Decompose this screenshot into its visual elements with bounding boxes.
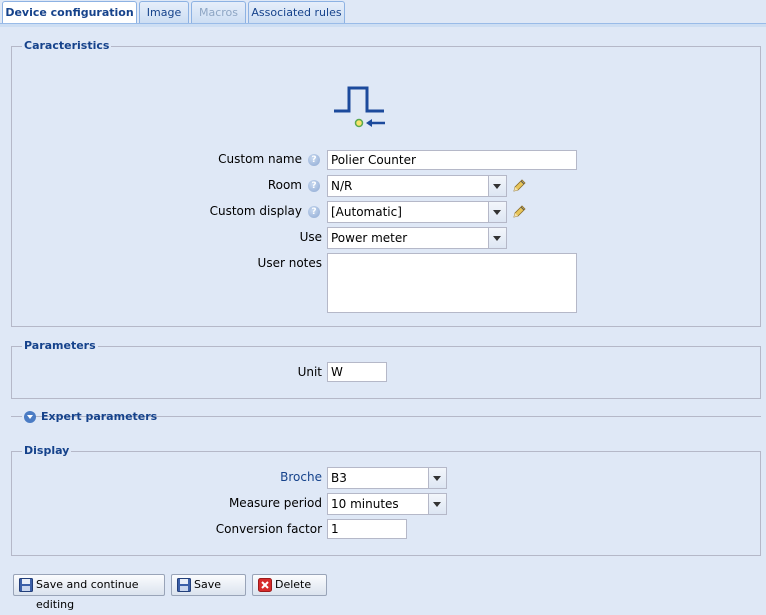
use-label: Use bbox=[299, 230, 322, 244]
room-select[interactable]: N/R bbox=[327, 175, 507, 197]
tab-device-configuration[interactable]: Device configuration bbox=[2, 1, 137, 25]
measure-period-label: Measure period bbox=[228, 496, 322, 510]
tab-bar: Device configuration Image Macros Associ… bbox=[0, 0, 766, 25]
custom-name-label: Custom name bbox=[218, 152, 302, 166]
custom-display-label: Custom display bbox=[209, 204, 302, 218]
save-and-continue-label: Save and continue editing bbox=[36, 578, 139, 611]
expand-toggle-icon[interactable] bbox=[24, 411, 36, 423]
display-legend: Display bbox=[22, 444, 72, 457]
custom-name-help-icon[interactable]: ? bbox=[308, 154, 320, 166]
tab-image[interactable]: Image bbox=[139, 1, 189, 23]
tab-associated-rules[interactable]: Associated rules bbox=[248, 1, 345, 23]
tab-macros: Macros bbox=[191, 1, 246, 23]
room-select-value: N/R bbox=[331, 179, 353, 193]
chevron-down-icon[interactable] bbox=[488, 176, 506, 196]
use-select-value: Power meter bbox=[331, 231, 408, 245]
broche-select[interactable]: B3 bbox=[327, 467, 447, 489]
custom-display-help-icon[interactable]: ? bbox=[308, 206, 320, 218]
expert-parameters-toggle[interactable]: Expert parameters bbox=[22, 409, 157, 425]
chevron-down-icon[interactable] bbox=[488, 228, 506, 248]
measure-period-select-value: 10 minutes bbox=[331, 497, 399, 511]
delete-label: Delete bbox=[275, 578, 312, 591]
save-label: Save bbox=[194, 578, 222, 591]
save-and-continue-button[interactable]: Save and continue editing bbox=[13, 574, 165, 611]
conversion-factor-label: Conversion factor bbox=[215, 522, 322, 536]
room-help-icon[interactable]: ? bbox=[308, 180, 320, 192]
custom-name-field[interactable]: Polier Counter bbox=[327, 150, 577, 170]
measure-period-select[interactable]: 10 minutes bbox=[327, 493, 447, 515]
custom-display-select[interactable]: [Automatic] bbox=[327, 201, 507, 223]
characteristics-legend: Caracteristics bbox=[22, 39, 112, 52]
delete-cross-icon bbox=[258, 578, 272, 592]
chevron-down-icon[interactable] bbox=[428, 494, 446, 514]
conversion-factor-field[interactable]: 1 bbox=[327, 519, 407, 539]
unit-label: Unit bbox=[297, 365, 322, 379]
save-button[interactable]: Save bbox=[171, 574, 246, 596]
user-notes-textarea[interactable] bbox=[327, 253, 577, 313]
custom-display-edit-pencil-icon[interactable] bbox=[511, 204, 527, 220]
chevron-down-icon[interactable] bbox=[428, 468, 446, 488]
chevron-down-icon[interactable] bbox=[488, 202, 506, 222]
parameters-legend: Parameters bbox=[22, 339, 98, 352]
room-edit-pencil-icon[interactable] bbox=[511, 178, 527, 194]
broche-select-value: B3 bbox=[331, 471, 347, 485]
floppy-disk-icon bbox=[19, 578, 33, 592]
custom-display-select-value: [Automatic] bbox=[331, 205, 402, 219]
pulse-counter-icon bbox=[334, 86, 385, 128]
unit-field[interactable]: W bbox=[327, 362, 387, 382]
broche-label: Broche bbox=[280, 470, 322, 484]
expert-parameters-label[interactable]: Expert parameters bbox=[41, 410, 157, 423]
user-notes-label: User notes bbox=[257, 256, 322, 270]
use-select[interactable]: Power meter bbox=[327, 227, 507, 249]
floppy-disk-icon bbox=[177, 578, 191, 592]
room-label: Room bbox=[267, 178, 302, 192]
tab-strip-divider bbox=[0, 23, 766, 27]
delete-button[interactable]: Delete bbox=[252, 574, 327, 596]
